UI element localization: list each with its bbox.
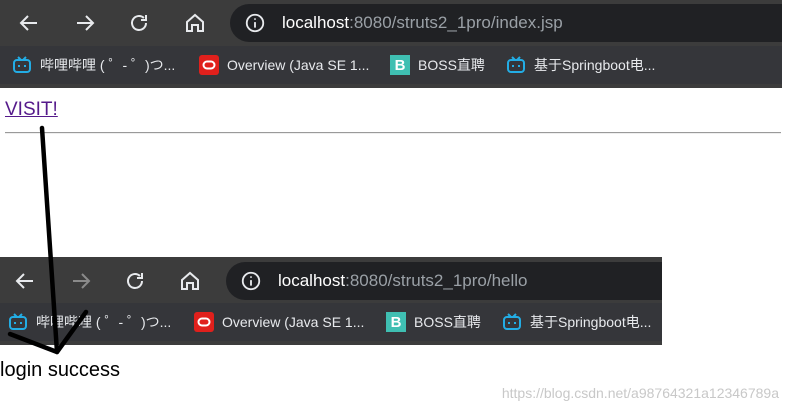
bookmark-springboot[interactable]: 基于Springboot电... (506, 46, 655, 84)
login-success-message: login success (0, 359, 121, 381)
url-text[interactable]: localhost:8080/struts2_1pro/index.jsp (282, 13, 563, 33)
bookmark-boss[interactable]: B BOSS直聘 (386, 303, 481, 341)
horizontal-rule (5, 132, 781, 134)
reload-button[interactable] (120, 266, 150, 296)
url-text[interactable]: localhost:8080/struts2_1pro/hello (278, 271, 528, 291)
home-button[interactable] (180, 8, 210, 38)
arrow-right-icon (77, 15, 95, 31)
home-icon (181, 271, 199, 290)
reload-icon (127, 273, 143, 289)
top-browser-chrome: localhost:8080/struts2_1pro/index.jsp 哔哩… (0, 0, 782, 88)
address-bar[interactable]: localhost:8080/struts2_1pro/index.jsp (230, 4, 782, 42)
oracle-icon (194, 312, 214, 332)
bottom-browser-chrome: localhost:8080/struts2_1pro/hello 哔哩哔哩 (… (0, 257, 662, 345)
watermark-text: https://blog.csdn.net/a98764321a12346789… (501, 385, 779, 401)
boss-icon: B (386, 312, 406, 332)
bottom-toolbar: localhost:8080/struts2_1pro/hello (0, 257, 662, 303)
bottom-bookmarks-bar: 哔哩哔哩 ( ゜- ゜)つ... Overview (Java SE 1... … (0, 303, 662, 341)
bookmark-springboot[interactable]: 基于Springboot电... (502, 303, 651, 341)
oracle-icon (199, 55, 219, 75)
bilibili-icon (502, 312, 522, 332)
top-bookmarks-bar: 哔哩哔哩 ( ゜- ゜)つ... Overview (Java SE 1... … (0, 46, 782, 84)
bookmark-bilibili[interactable]: 哔哩哔哩 ( ゜- ゜)つ... (8, 303, 171, 341)
arrow-right-icon (73, 273, 91, 289)
info-icon[interactable] (240, 270, 262, 292)
bookmark-oracle[interactable]: Overview (Java SE 1... (194, 303, 364, 341)
bilibili-icon (506, 55, 526, 75)
forward-button[interactable] (66, 266, 96, 296)
top-toolbar: localhost:8080/struts2_1pro/index.jsp (0, 0, 782, 46)
bookmark-bilibili[interactable]: 哔哩哔哩 ( ゜- ゜)つ... (12, 46, 175, 84)
back-button[interactable] (10, 266, 40, 296)
forward-button[interactable] (70, 8, 100, 38)
arrow-left-icon (19, 15, 37, 31)
arrow-left-icon (15, 273, 33, 289)
bookmark-boss[interactable]: B BOSS直聘 (390, 46, 485, 84)
info-icon[interactable] (244, 12, 266, 34)
back-button[interactable] (14, 8, 44, 38)
home-icon (186, 13, 204, 32)
visit-link[interactable]: VISIT! (5, 99, 58, 121)
home-button[interactable] (175, 266, 205, 296)
boss-icon: B (390, 55, 410, 75)
bilibili-icon (12, 55, 32, 75)
reload-icon (131, 15, 147, 31)
bilibili-icon (8, 312, 28, 332)
address-bar[interactable]: localhost:8080/struts2_1pro/hello (226, 262, 662, 300)
bookmark-oracle[interactable]: Overview (Java SE 1... (199, 46, 369, 84)
reload-button[interactable] (124, 8, 154, 38)
